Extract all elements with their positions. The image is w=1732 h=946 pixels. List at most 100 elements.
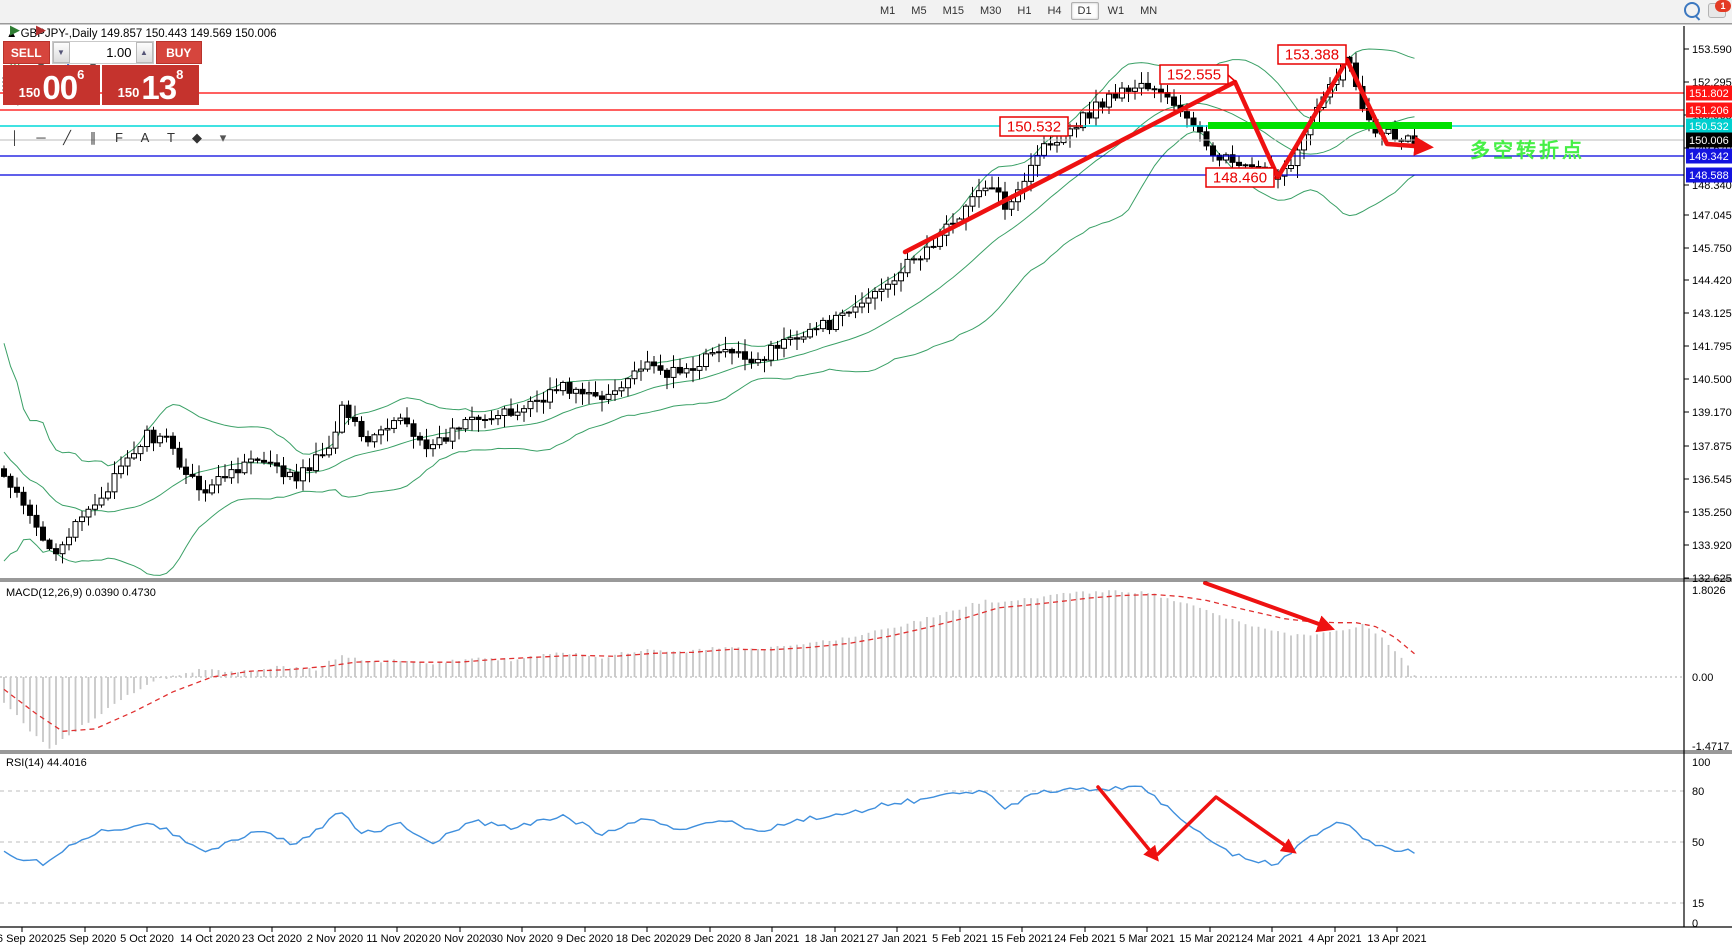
price-axis-label: 153.590 bbox=[1692, 44, 1732, 56]
date-axis-label: 25 Sep 2020 bbox=[54, 933, 116, 945]
vline-icon[interactable]: │ bbox=[2, 128, 28, 148]
candle bbox=[105, 491, 111, 499]
date-axis-label: 14 Oct 2020 bbox=[180, 933, 240, 945]
candle bbox=[1249, 164, 1255, 168]
timeframe-mn[interactable]: MN bbox=[1133, 2, 1164, 20]
auto-scroll-icon[interactable]: ▶ bbox=[28, 20, 54, 40]
candle bbox=[1184, 111, 1190, 119]
shapes-icon[interactable]: ◆ bbox=[184, 128, 210, 148]
search-icon[interactable] bbox=[1684, 2, 1700, 18]
date-axis-label: 20 Nov 2020 bbox=[429, 933, 491, 945]
timeframe-d1[interactable]: D1 bbox=[1070, 2, 1099, 20]
candle bbox=[657, 365, 664, 371]
chart-shift-icon[interactable]: ▶ bbox=[2, 20, 28, 40]
candle bbox=[787, 337, 794, 340]
zoom-in-icon[interactable]: ⊕ bbox=[2, 0, 28, 4]
volume-decrease-button[interactable]: ▼ bbox=[52, 42, 70, 63]
candle bbox=[20, 491, 27, 506]
label-icon[interactable]: T bbox=[158, 128, 184, 148]
candle bbox=[664, 369, 670, 378]
shapes-dropdown[interactable]: ▾ bbox=[210, 128, 236, 148]
support-zone-highlight[interactable] bbox=[1208, 122, 1452, 129]
candle bbox=[222, 476, 228, 479]
candle bbox=[7, 475, 14, 488]
candle bbox=[293, 471, 300, 482]
hline-icon[interactable]: ─ bbox=[28, 128, 54, 148]
candle bbox=[976, 190, 982, 198]
candle bbox=[573, 388, 579, 394]
candle bbox=[982, 187, 989, 192]
buy-price-button[interactable]: 150 13 8 bbox=[102, 65, 199, 105]
candle bbox=[794, 337, 800, 340]
timeframe-m15[interactable]: M15 bbox=[936, 2, 971, 20]
macd-axis-label: 1.8026 bbox=[1692, 585, 1726, 597]
timeframe-m1[interactable]: M1 bbox=[873, 2, 902, 20]
candle bbox=[118, 465, 124, 475]
candle bbox=[14, 486, 20, 493]
candle bbox=[326, 447, 332, 456]
trendline-icon[interactable]: ╱ bbox=[54, 128, 80, 148]
candle bbox=[852, 306, 859, 313]
candle bbox=[521, 408, 527, 413]
candle bbox=[287, 471, 293, 478]
candle bbox=[807, 328, 813, 338]
candle bbox=[183, 466, 189, 475]
candle bbox=[969, 196, 976, 207]
timeframe-h4[interactable]: H4 bbox=[1040, 2, 1068, 20]
rsi-panel bbox=[0, 785, 1684, 904]
zoom-out-icon[interactable]: ⊖ bbox=[28, 0, 54, 4]
candle bbox=[456, 427, 462, 430]
candle bbox=[690, 368, 696, 371]
candle bbox=[989, 187, 995, 190]
date-axis-label: 15 Feb 2021 bbox=[991, 933, 1053, 945]
candle bbox=[443, 437, 449, 442]
volume-increase-button[interactable]: ▲ bbox=[135, 42, 153, 63]
chart-canvas[interactable]: 152.555 153.388 150.532 148.460 多空转折点 153.590… bbox=[0, 0, 1732, 946]
price-annotation-text: 152.555 bbox=[1167, 67, 1221, 84]
candle bbox=[1145, 82, 1151, 90]
notifications-icon[interactable]: 1 bbox=[1708, 0, 1731, 18]
candle bbox=[1151, 88, 1158, 91]
trend-arrow-annotation[interactable] bbox=[1096, 785, 1159, 862]
price-axis-label: 143.125 bbox=[1692, 308, 1732, 320]
hline-icon: ─ bbox=[36, 130, 46, 145]
candle bbox=[651, 361, 657, 367]
fibonacci-icon[interactable]: F bbox=[106, 128, 132, 148]
price-axis-marker-text: 148.588 bbox=[1689, 170, 1729, 182]
trend-arrow-annotation[interactable] bbox=[1156, 795, 1297, 856]
trend-arrow-annotation[interactable] bbox=[1203, 581, 1335, 633]
candle bbox=[1034, 154, 1041, 166]
candle bbox=[547, 389, 553, 403]
candle bbox=[1392, 128, 1398, 141]
tile-windows-icon[interactable]: ⊞ bbox=[54, 0, 80, 4]
timeframe-m5[interactable]: M5 bbox=[904, 2, 933, 20]
channel-icon[interactable]: ∥ bbox=[80, 128, 106, 148]
sell-button[interactable]: SELL bbox=[3, 41, 50, 64]
macd-signal-line bbox=[3, 593, 1415, 732]
candle bbox=[534, 399, 540, 402]
timeframe-w1[interactable]: W1 bbox=[1101, 2, 1132, 20]
candle bbox=[995, 187, 1002, 193]
text-icon[interactable]: A bbox=[132, 128, 158, 148]
sell-price-button[interactable]: 150 00 6 bbox=[3, 65, 100, 105]
price-annotation-text: 148.460 bbox=[1213, 170, 1267, 187]
candle bbox=[475, 416, 482, 421]
candle bbox=[1236, 161, 1242, 167]
bollinger-middle-band bbox=[3, 102, 1415, 513]
candle bbox=[53, 548, 59, 555]
candle bbox=[716, 351, 722, 354]
candle bbox=[1138, 82, 1145, 89]
timeframe-h1[interactable]: H1 bbox=[1010, 2, 1038, 20]
candle bbox=[1060, 135, 1067, 144]
volume-input[interactable] bbox=[69, 42, 136, 63]
candle bbox=[813, 328, 820, 331]
date-axis-label: 11 Nov 2020 bbox=[366, 933, 428, 945]
buy-button[interactable]: BUY bbox=[155, 41, 202, 64]
timeframe-m30[interactable]: M30 bbox=[973, 2, 1008, 20]
candle bbox=[1086, 112, 1093, 119]
candle bbox=[209, 484, 215, 494]
buy-price-pip: 8 bbox=[176, 67, 184, 82]
candle bbox=[358, 420, 365, 438]
candle bbox=[66, 536, 72, 546]
candle bbox=[449, 427, 456, 442]
